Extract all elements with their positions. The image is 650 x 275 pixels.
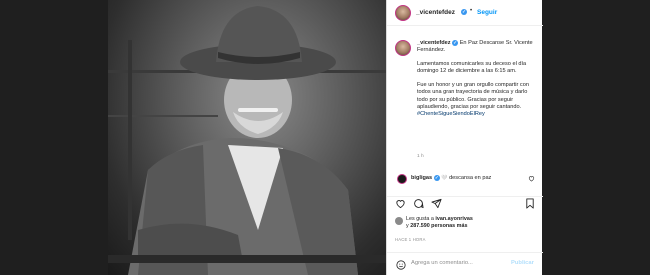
caption-username[interactable]: _vicentefdez bbox=[417, 40, 451, 46]
share-icon[interactable] bbox=[431, 198, 442, 209]
comment-input[interactable]: Agrega un comentario... bbox=[411, 260, 473, 266]
publish-button[interactable]: Publicar bbox=[511, 260, 534, 266]
verified-badge-icon: ✓ bbox=[433, 175, 440, 181]
caption-paragraph3: Fue un honor y un gran orgullo compartir… bbox=[417, 82, 529, 110]
hashtag-link[interactable]: #ChenteSigueSiendoElRey bbox=[417, 111, 485, 117]
verified-badge-icon: ✓ bbox=[452, 40, 459, 46]
comment-body: descansa en paz bbox=[449, 175, 492, 181]
bookmark-icon[interactable] bbox=[525, 198, 535, 209]
comment-item: bigligas ✓ 🤍 descansa en paz bbox=[387, 172, 543, 186]
separator-dot: • bbox=[470, 8, 473, 14]
liker-avatar[interactable] bbox=[395, 217, 403, 225]
post-action-bar bbox=[387, 196, 543, 210]
caption-avatar[interactable] bbox=[395, 40, 411, 56]
comment-text-wrap: bigligas ✓ 🤍 descansa en paz bbox=[411, 175, 491, 181]
post-date: HACE 1 HORA bbox=[395, 237, 426, 242]
comment-like-heart-icon[interactable] bbox=[528, 175, 535, 182]
add-comment-bar: Agrega un comentario... Publicar bbox=[387, 252, 543, 275]
comment-icon[interactable] bbox=[413, 198, 424, 209]
avatar[interactable] bbox=[395, 5, 411, 21]
header-username[interactable]: _vicentefdez bbox=[416, 9, 455, 16]
likes-conjunction: y bbox=[406, 223, 409, 229]
likes-prefix: Les gusta a bbox=[406, 216, 434, 222]
post-header: _vicentefdez ✓ • Seguir bbox=[387, 0, 543, 26]
comment-avatar[interactable] bbox=[397, 174, 407, 184]
comment-username[interactable]: bigligas bbox=[411, 175, 432, 181]
caption-time-ago: 1 h bbox=[417, 154, 424, 159]
likes-text: Les gusta a ivan.ayonrivas y 287.590 per… bbox=[406, 216, 473, 230]
liker-username[interactable]: ivan.ayonrivas bbox=[435, 216, 472, 222]
post-photo bbox=[108, 0, 386, 275]
post-caption: _vicentefdez ✓ En Paz Descanse Sr. Vicen… bbox=[417, 40, 535, 118]
follow-button[interactable]: Seguir bbox=[477, 9, 497, 16]
caption-paragraph2: Lamentamos comunicarles su deceso el día… bbox=[417, 61, 527, 75]
smiley-icon[interactable] bbox=[396, 260, 406, 270]
post-sidebar: _vicentefdez ✓ • Seguir _vicentefdez ✓ E… bbox=[386, 0, 543, 275]
likes-count[interactable]: 287.590 personas más bbox=[410, 223, 467, 229]
post-photo-illustration bbox=[108, 6, 386, 275]
heart-icon[interactable] bbox=[395, 198, 406, 209]
verified-badge-icon: ✓ bbox=[461, 9, 467, 15]
comment-emoji-icon: 🤍 bbox=[441, 175, 448, 181]
